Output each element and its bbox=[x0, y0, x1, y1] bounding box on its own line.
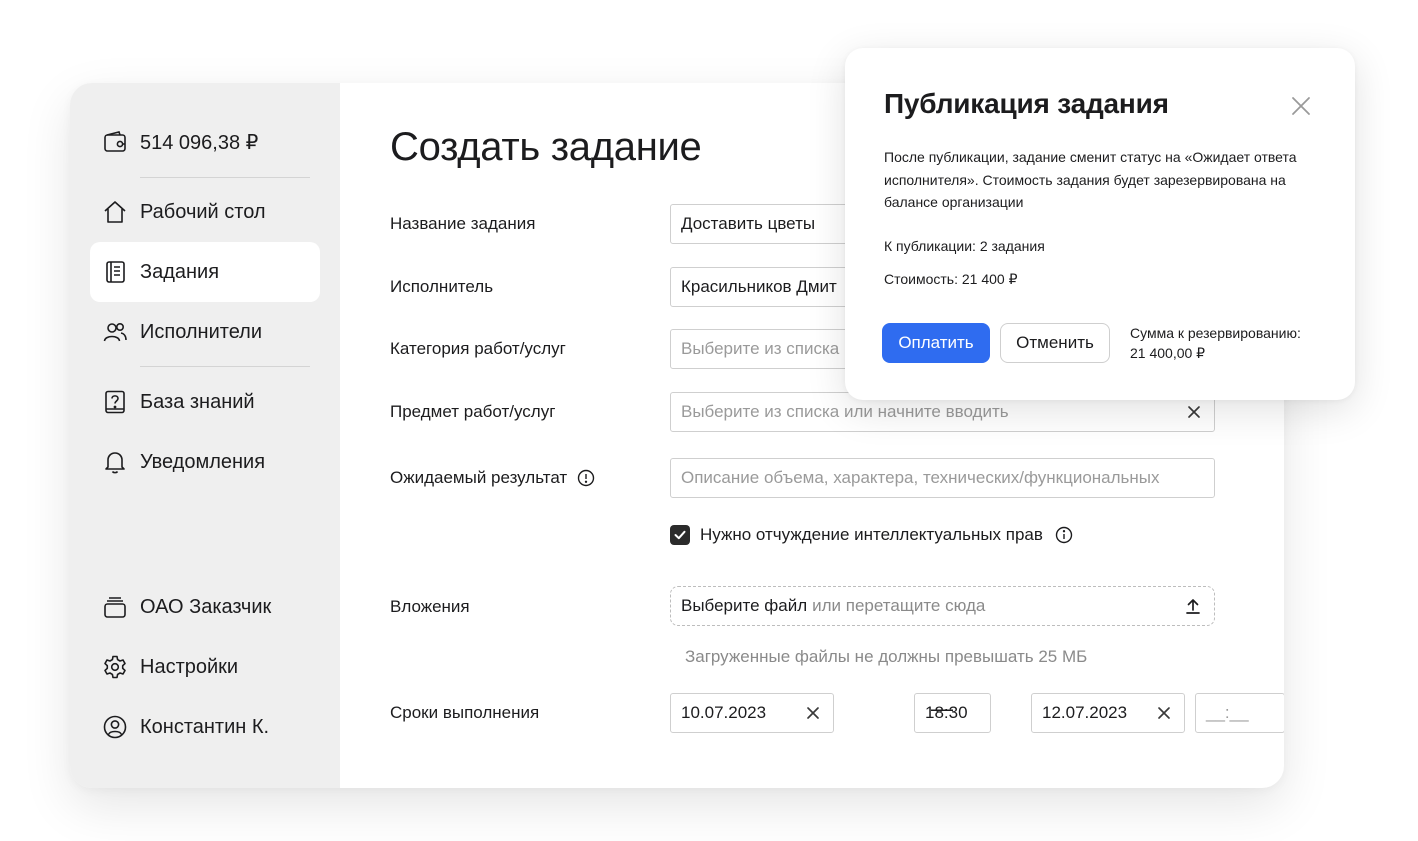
home-icon bbox=[102, 199, 128, 225]
subject-label: Предмет работ/услуг bbox=[390, 402, 556, 421]
sidebar-item-label: Константин К. bbox=[140, 715, 270, 738]
question-book-icon bbox=[102, 389, 128, 415]
reserve-summary: Сумма к резервированию: 21 400,00 ₽ bbox=[1130, 323, 1301, 363]
document-icon bbox=[102, 259, 128, 285]
range-separator: — bbox=[931, 696, 953, 721]
start-date-value: 10.07.2023 bbox=[681, 703, 767, 722]
gear-icon bbox=[102, 654, 128, 680]
info-icon[interactable] bbox=[577, 469, 595, 487]
clear-icon[interactable] bbox=[1186, 404, 1202, 420]
reserve-label: Сумма к резервированию: bbox=[1130, 325, 1301, 341]
organization-icon bbox=[102, 594, 128, 620]
pay-button[interactable]: Оплатить bbox=[882, 323, 990, 363]
modal-title: Публикация задания bbox=[884, 88, 1169, 119]
sidebar-item-tasks[interactable]: Задания bbox=[90, 242, 320, 302]
close-icon[interactable] bbox=[1291, 96, 1311, 116]
sidebar-item-executors[interactable]: Исполнители bbox=[90, 302, 320, 362]
sidebar-item-organization[interactable]: ОАО Заказчик bbox=[90, 577, 320, 637]
category-label: Категория работ/услуг bbox=[390, 339, 566, 358]
users-icon bbox=[102, 319, 128, 345]
sidebar: 514 096,38 ₽ Рабочий стол Задания Исполн… bbox=[70, 83, 340, 788]
subject-placeholder: Выберите из списка или начните вводить bbox=[681, 402, 1009, 421]
sidebar-item-desktop[interactable]: Рабочий стол bbox=[90, 182, 320, 242]
sidebar-item-label: База знаний bbox=[140, 390, 255, 413]
ip-rights-label: Нужно отчуждение интеллектуальных прав bbox=[700, 525, 1043, 544]
end-date-value: 12.07.2023 bbox=[1042, 703, 1128, 722]
result-textarea[interactable]: Описание объема, характера, технических/… bbox=[670, 458, 1215, 498]
ip-rights-row: Нужно отчуждение интеллектуальных прав bbox=[670, 525, 1073, 545]
sidebar-item-settings[interactable]: Настройки bbox=[90, 637, 320, 697]
sidebar-item-label: ОАО Заказчик bbox=[140, 595, 272, 618]
end-time-input[interactable]: __:__ bbox=[1195, 693, 1284, 733]
sidebar-item-label: Уведомления bbox=[140, 450, 266, 473]
wallet-icon bbox=[102, 129, 128, 155]
bell-icon bbox=[102, 449, 128, 475]
clear-icon[interactable] bbox=[1156, 705, 1172, 721]
executor-value: Красильников Дмит bbox=[681, 277, 837, 296]
balance: 514 096,38 ₽ bbox=[90, 112, 320, 172]
sidebar-item-label: Задания bbox=[140, 260, 220, 283]
info-icon[interactable] bbox=[1055, 526, 1073, 544]
sidebar-item-label: Настройки bbox=[140, 655, 239, 678]
end-date-input[interactable]: 12.07.2023 bbox=[1031, 693, 1185, 733]
sidebar-item-label: Рабочий стол bbox=[140, 200, 266, 223]
modal-description: После публикации, задание сменит статус … bbox=[884, 149, 1297, 210]
task-name-label: Название задания bbox=[390, 214, 536, 233]
attachments-label: Вложения bbox=[390, 597, 470, 616]
result-placeholder: Описание объема, характера, технических/… bbox=[681, 468, 1160, 487]
executor-label: Исполнитель bbox=[390, 277, 494, 296]
file-size-hint: Загруженные файлы не должны превышать 25… bbox=[685, 647, 1088, 666]
cancel-button[interactable]: Отменить bbox=[1000, 323, 1110, 363]
start-date-input[interactable]: 10.07.2023 bbox=[670, 693, 834, 733]
drag-hint: или перетащите сюда bbox=[812, 596, 986, 615]
end-time-placeholder: __:__ bbox=[1206, 703, 1249, 722]
user-circle-icon bbox=[102, 714, 128, 740]
check-icon bbox=[674, 530, 686, 540]
publish-modal: Публикация задания После публикации, зад… bbox=[845, 48, 1355, 400]
task-name-value: Доставить цветы bbox=[681, 214, 816, 233]
page-title: Создать задание bbox=[390, 125, 702, 169]
sidebar-item-knowledge-base[interactable]: База знаний bbox=[90, 372, 320, 432]
choose-file-link[interactable]: Выберите файл bbox=[681, 596, 807, 616]
result-label-text: Ожидаемый результат bbox=[390, 468, 568, 487]
publish-count: К публикации: 2 задания bbox=[884, 238, 1045, 254]
publish-cost: Стоимость: 21 400 ₽ bbox=[884, 271, 1018, 287]
result-label: Ожидаемый результат bbox=[390, 468, 595, 488]
clear-icon[interactable] bbox=[805, 705, 821, 721]
reserve-value: 21 400,00 ₽ bbox=[1130, 345, 1206, 361]
category-placeholder: Выберите из списка bbox=[681, 339, 840, 358]
deadline-label: Сроки выполнения bbox=[390, 703, 540, 722]
upload-icon[interactable] bbox=[1184, 597, 1202, 615]
divider bbox=[140, 366, 310, 367]
sidebar-item-label: Исполнители bbox=[140, 320, 263, 343]
balance-amount: 514 096,38 ₽ bbox=[140, 131, 259, 154]
divider bbox=[140, 177, 310, 178]
file-dropzone[interactable]: Выберите файл или перетащите сюда bbox=[670, 586, 1215, 626]
sidebar-item-profile[interactable]: Константин К. bbox=[90, 697, 320, 757]
ip-rights-checkbox[interactable] bbox=[670, 525, 690, 545]
sidebar-item-notifications[interactable]: Уведомления bbox=[90, 432, 320, 492]
